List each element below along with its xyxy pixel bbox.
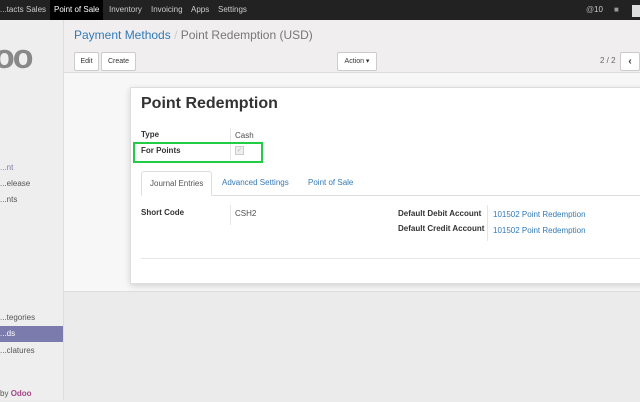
menu-inventory[interactable]: Inventory (105, 0, 146, 20)
breadcrumb-current: Point Redemption (USD) (180, 28, 313, 42)
credit-account-label: Default Credit Account (398, 224, 485, 233)
pager: 2 / 2 (600, 56, 616, 65)
sidebar-item[interactable]: ...nt (0, 160, 63, 176)
debit-account-link[interactable]: 101502 Point Redemption (493, 210, 586, 219)
breadcrumb-payment-methods[interactable]: Payment Methods (74, 28, 171, 42)
form-sheet: Point Redemption Type Cash For Points ✓ … (130, 87, 640, 284)
menu-settings[interactable]: Settings (214, 0, 251, 20)
sidebar-item[interactable]: ...clatures (0, 343, 63, 359)
avatar[interactable] (632, 5, 640, 17)
debit-account-label: Default Debit Account (398, 209, 482, 218)
tab-journal-entries[interactable]: Journal Entries (141, 171, 213, 196)
sidebar: oo ...nt ...elease ...nts ...tegories ..… (0, 20, 64, 400)
type-label: Type (141, 130, 160, 139)
chat-icon[interactable]: ■ (610, 0, 623, 20)
odoo-link[interactable]: Odoo (11, 389, 32, 398)
divider (141, 258, 640, 259)
tab-point-of-sale[interactable]: Point of Sale (300, 171, 361, 194)
short-code-label: Short Code (141, 208, 185, 217)
credit-account-link[interactable]: 101502 Point Redemption (493, 226, 586, 235)
menu-apps[interactable]: Apps (187, 0, 213, 20)
menu-point-of-sale[interactable]: Point of Sale (50, 0, 104, 20)
record-title: Point Redemption (141, 95, 278, 112)
type-value: Cash (235, 131, 254, 140)
short-code-value: CSH2 (235, 209, 257, 218)
notebook-tabs: Journal Entries Advanced Settings Point … (141, 171, 640, 196)
top-menu-bar: ...tacts Sales Point of Sale Inventory I… (0, 0, 640, 20)
control-panel: Payment Methods / Point Redemption (USD)… (64, 20, 640, 73)
sidebar-item[interactable]: ...elease (0, 176, 63, 192)
create-button[interactable]: Create (101, 52, 136, 71)
notification-count: 10 (594, 5, 603, 14)
menu-invoicing[interactable]: Invoicing (147, 0, 187, 20)
action-dropdown[interactable]: Action ▾ (337, 52, 377, 71)
sidebar-item[interactable]: ...tegories (0, 310, 63, 326)
breadcrumb-separator: / (174, 28, 178, 42)
breadcrumb: Payment Methods / Point Redemption (USD) (74, 28, 313, 42)
menu-sales[interactable]: Sales (22, 0, 50, 20)
tab-advanced-settings[interactable]: Advanced Settings (214, 171, 297, 194)
sidebar-item-active[interactable]: ...ds (0, 326, 63, 342)
edit-button[interactable]: Edit (74, 52, 99, 71)
odoo-logo: oo (0, 38, 34, 76)
sidebar-item[interactable]: ...nts (0, 192, 63, 208)
previous-record-button[interactable]: ‹ (620, 52, 640, 71)
powered-by-text: by (0, 389, 9, 398)
highlight-box (133, 142, 263, 163)
